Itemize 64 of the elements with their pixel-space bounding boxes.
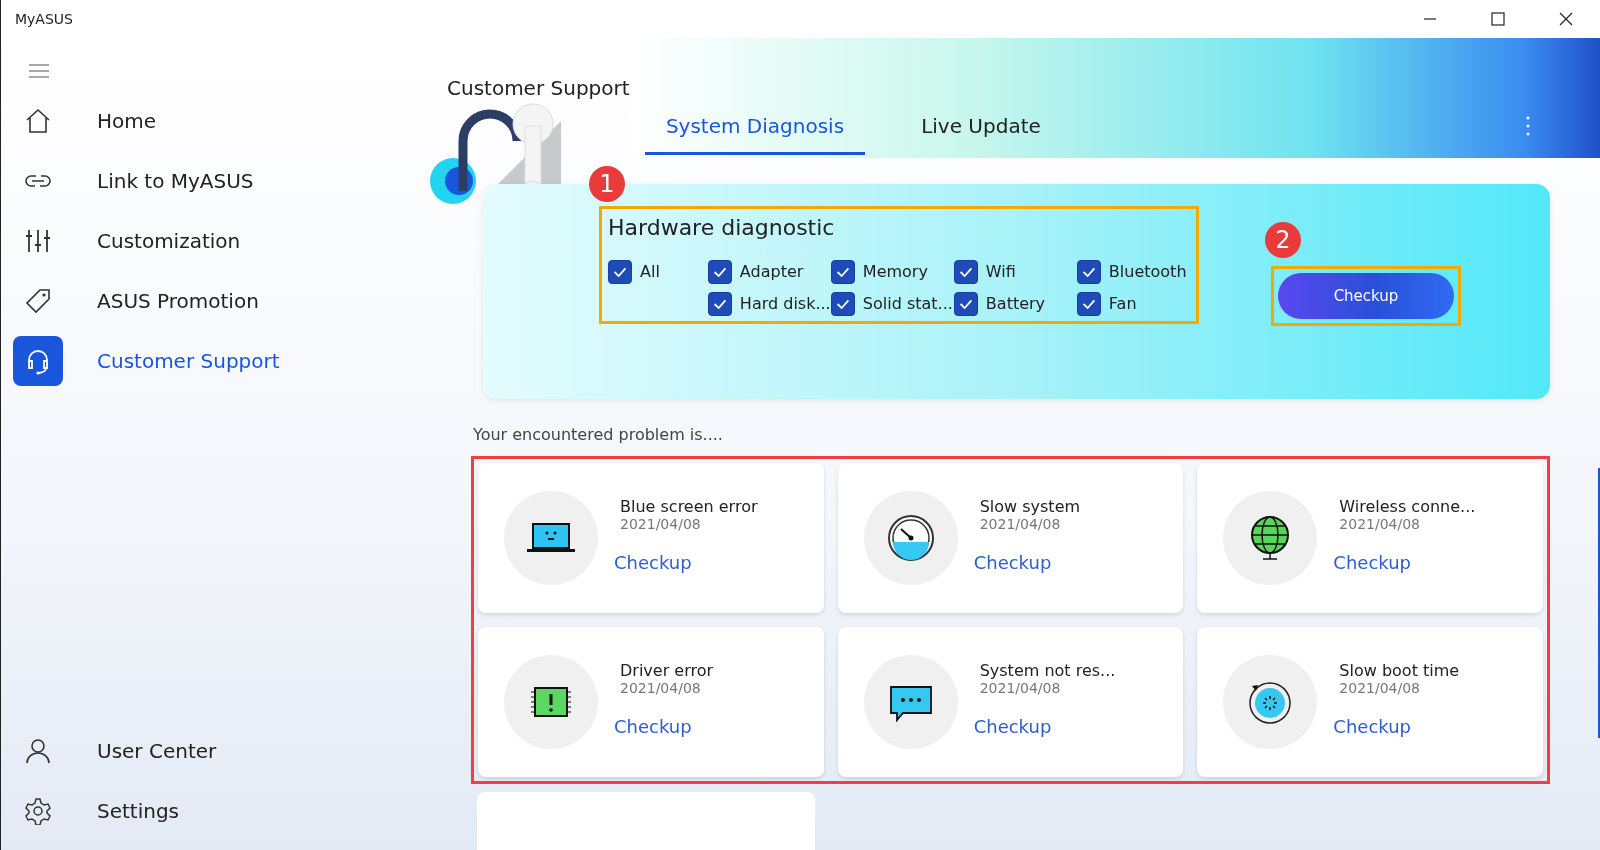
checkup-link[interactable]: Checkup (614, 552, 758, 574)
problem-card[interactable]: Wireless conne... 2021/04/08 Checkup (1197, 463, 1543, 614)
problem-title: Slow boot time (1339, 661, 1460, 681)
tab[interactable]: Live Update (901, 106, 1061, 155)
more-options-icon[interactable] (1526, 116, 1530, 136)
problem-card[interactable]: Blue screen error 2021/04/08 Checkup (478, 463, 824, 614)
checkbox-label: Bluetooth (1108, 262, 1187, 282)
checkbox[interactable] (608, 259, 632, 284)
checkbox[interactable] (1076, 291, 1101, 316)
sidebar-item[interactable]: Customer Support (1, 336, 421, 386)
problem-title: Driver error (620, 661, 714, 681)
problem-date: 2021/04/08 (979, 680, 1062, 697)
checkbox[interactable] (830, 259, 855, 284)
step-badge: 2 (1265, 221, 1301, 258)
checkup-link[interactable]: Checkup (1333, 552, 1476, 574)
checkup-link[interactable]: Checkup (614, 716, 714, 738)
problem-date: 2021/04/08 (1339, 680, 1422, 697)
problem-date: 2021/04/08 (1339, 516, 1422, 533)
sidebar-item[interactable]: Customization (1, 216, 421, 266)
problem-title: Wireless conne... (1339, 497, 1476, 517)
checkbox-label: Memory (862, 262, 928, 282)
settings-icon (24, 797, 52, 825)
checkbox-label: Wifi (985, 262, 1016, 282)
step-badge: 1 (589, 165, 625, 202)
problem-date: 2021/04/08 (620, 516, 702, 533)
problem-card[interactable]: System not res... 2021/04/08 Checkup (837, 627, 1184, 778)
section-heading: Your encountered problem is.... (473, 425, 724, 445)
problem-title: Slow system (979, 497, 1081, 517)
sidebar-item[interactable]: Home (1, 96, 421, 146)
page-title: Customer Support (447, 76, 630, 100)
checkbox[interactable] (707, 291, 732, 316)
checkbox-label: Battery (985, 294, 1046, 314)
checkbox-label: All (640, 262, 660, 282)
checkbox-label: Solid stat... (862, 294, 953, 314)
problem-card[interactable]: Slow boot time 2021/04/08 Checkup (1197, 627, 1543, 778)
checkbox[interactable] (953, 291, 978, 316)
section-title: Hardware diagnostic (608, 214, 836, 240)
checkup-link[interactable]: Checkup (1333, 716, 1460, 738)
checkbox[interactable] (953, 259, 978, 284)
problem-card[interactable]: Driver error 2021/04/08 Checkup (478, 627, 824, 778)
checkbox-label: Adapter (739, 262, 804, 282)
checkbox-label: Hard disk... (739, 294, 831, 314)
sidebar-item[interactable]: ASUS Promotion (1, 276, 421, 326)
checkup-link[interactable]: Checkup (973, 716, 1116, 738)
problem-title: Blue screen error (620, 497, 758, 517)
checkbox-label: Fan (1108, 294, 1137, 314)
sliders-icon (24, 227, 52, 255)
window-title: MyASUS (15, 11, 73, 27)
sidebar-item[interactable]: Settings (1, 786, 421, 836)
problem-date: 2021/04/08 (620, 680, 702, 697)
sidebar-item[interactable]: User Center (1, 726, 421, 776)
home-icon (24, 107, 52, 135)
user-icon (24, 737, 52, 765)
problem-title: System not res... (979, 661, 1116, 681)
checkup-link[interactable]: Checkup (973, 552, 1081, 574)
sidebar-item[interactable]: Link to MyASUS (1, 156, 421, 206)
checkbox[interactable] (1076, 259, 1101, 284)
checkbox[interactable] (707, 259, 732, 284)
problem-date: 2021/04/08 (979, 516, 1062, 533)
tab[interactable]: System Diagnosis (645, 106, 865, 155)
problem-card[interactable]: Slow system 2021/04/08 Checkup (837, 463, 1184, 614)
tag-icon (24, 287, 52, 315)
checkup-button[interactable]: Checkup (1278, 272, 1454, 319)
checkbox[interactable] (830, 291, 855, 316)
